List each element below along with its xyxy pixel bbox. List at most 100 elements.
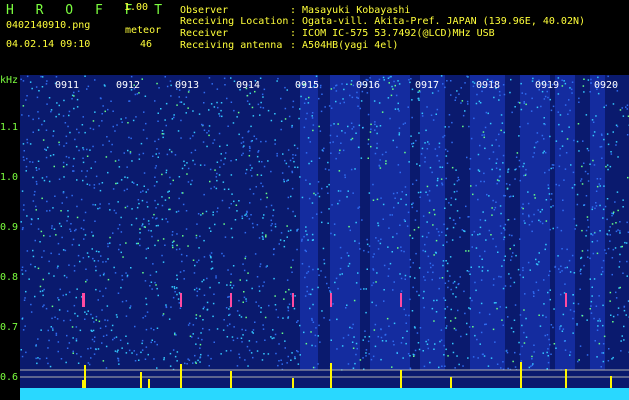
noise-speckle	[469, 158, 472, 160]
noise-speckle	[43, 288, 45, 291]
noise-speckle	[225, 152, 227, 154]
noise-speckle	[599, 204, 601, 207]
noise-speckle	[68, 291, 71, 293]
noise-speckle	[284, 86, 286, 89]
noise-speckle	[327, 222, 329, 224]
noise-speckle	[272, 329, 274, 331]
noise-speckle	[249, 147, 251, 149]
noise-speckle	[79, 260, 81, 263]
noise-speckle	[243, 269, 246, 272]
noise-speckle	[311, 317, 313, 320]
noise-speckle	[156, 181, 158, 183]
noise-speckle	[121, 300, 124, 303]
spectrogram-plot	[20, 75, 629, 400]
noise-speckle	[498, 275, 500, 278]
noise-speckle	[379, 159, 381, 161]
noise-speckle	[110, 100, 112, 102]
noise-speckle	[564, 82, 567, 85]
noise-speckle	[35, 167, 37, 169]
noise-speckle	[26, 95, 28, 97]
noise-speckle	[392, 340, 394, 343]
noise-speckle	[61, 236, 63, 239]
noise-speckle	[579, 345, 582, 347]
noise-speckle	[306, 286, 308, 288]
noise-speckle	[564, 104, 567, 106]
noise-speckle	[97, 299, 99, 301]
noise-speckle	[288, 165, 290, 168]
noise-speckle	[26, 157, 28, 160]
noise-speckle	[504, 223, 507, 226]
noise-speckle	[76, 288, 78, 290]
meteor-count: 46	[140, 39, 153, 50]
noise-speckle	[70, 223, 72, 225]
noise-speckle	[342, 149, 345, 152]
noise-speckle	[435, 252, 437, 254]
noise-speckle	[209, 168, 212, 171]
noise-speckle	[419, 327, 422, 329]
noise-speckle	[618, 266, 620, 268]
noise-speckle	[607, 360, 610, 362]
noise-speckle	[121, 347, 123, 349]
noise-speckle	[259, 263, 262, 265]
noise-speckle	[355, 342, 358, 345]
noise-speckle	[155, 271, 158, 273]
noise-speckle	[447, 286, 449, 289]
noise-speckle	[106, 305, 109, 307]
noise-speckle	[607, 143, 610, 146]
noise-speckle	[531, 220, 533, 223]
noise-speckle	[303, 126, 306, 129]
noise-speckle	[441, 231, 443, 233]
noise-speckle	[58, 104, 60, 107]
noise-speckle	[623, 339, 625, 341]
noise-speckle	[165, 124, 167, 127]
noise-speckle	[510, 277, 512, 279]
noise-speckle	[294, 154, 297, 156]
noise-speckle	[58, 222, 61, 225]
noise-speckle	[37, 111, 39, 113]
noise-speckle	[498, 90, 501, 93]
noise-speckle	[221, 199, 224, 202]
noise-speckle	[87, 310, 89, 312]
noise-speckle	[477, 357, 479, 359]
noise-speckle	[221, 115, 223, 118]
noise-speckle	[548, 169, 550, 171]
noise-speckle	[292, 210, 294, 213]
noise-speckle	[612, 211, 615, 213]
noise-speckle	[199, 343, 202, 346]
noise-speckle	[465, 250, 467, 252]
noise-speckle	[255, 301, 257, 303]
noise-speckle	[196, 290, 199, 293]
noise-speckle	[587, 219, 589, 221]
noise-speckle	[408, 314, 410, 317]
noise-speckle	[444, 207, 446, 209]
noise-speckle	[350, 83, 352, 86]
noise-speckle	[261, 359, 264, 361]
noise-speckle	[336, 348, 338, 350]
noise-speckle	[418, 294, 420, 297]
noise-speckle	[374, 129, 376, 131]
noise-speckle	[150, 281, 153, 283]
noise-speckle	[116, 182, 119, 184]
noise-speckle	[489, 122, 492, 125]
noise-speckle	[137, 242, 139, 245]
noise-speckle	[414, 219, 417, 221]
noise-speckle	[49, 209, 51, 212]
noise-speckle	[107, 278, 110, 281]
noise-speckle	[250, 140, 253, 143]
noise-speckle	[257, 103, 260, 106]
noise-speckle	[503, 259, 505, 261]
noise-speckle	[333, 223, 336, 225]
noise-speckle	[32, 255, 35, 258]
time-label: 0920	[594, 80, 619, 91]
noise-speckle	[449, 256, 452, 258]
noise-speckle	[421, 147, 424, 150]
noise-speckle	[351, 341, 354, 343]
noise-speckle	[87, 85, 90, 88]
noise-speckle	[573, 184, 576, 186]
noise-speckle	[619, 232, 621, 234]
noise-speckle	[556, 226, 559, 229]
noise-speckle	[597, 320, 599, 322]
amplitude-spike	[148, 379, 150, 388]
noise-speckle	[587, 226, 590, 228]
noise-speckle	[244, 257, 246, 260]
